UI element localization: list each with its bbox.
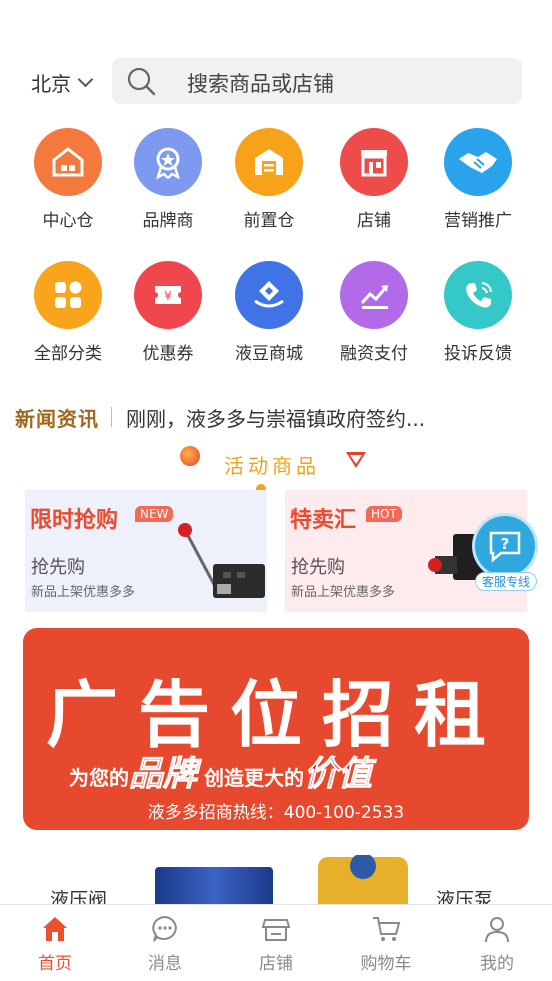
category-label: 投诉反馈 [444, 344, 512, 364]
handshake-icon [444, 128, 512, 196]
promo-desc: 新品上架优惠多多 [31, 585, 136, 600]
ad-hotline: 液多多招商热线：400-100-2533 [147, 803, 405, 823]
search-bar[interactable]: 搜索商品或店铺 [112, 58, 522, 104]
tab-label: 我的 [480, 954, 514, 974]
tab-home[interactable]: 首页 [0, 913, 110, 974]
category-label: 品牌商 [142, 211, 194, 231]
store-icon [340, 128, 408, 196]
category-item-center-warehouse[interactable]: 中心仓 [18, 128, 118, 231]
product-label[interactable]: 液压阀 [50, 885, 107, 905]
category-item-coupon[interactable]: ¥ 优惠券 [118, 261, 218, 364]
category-item-brand[interactable]: 品牌商 [118, 128, 218, 231]
section-title: 活动商品 [224, 454, 320, 478]
tab-label: 店铺 [259, 954, 293, 974]
promo-subtitle: 抢先购 [31, 557, 85, 578]
mall-icon [235, 261, 303, 329]
tab-label: 购物车 [360, 954, 412, 974]
category-label: 中心仓 [42, 211, 94, 231]
category-item-marketing[interactable]: 营销推广 [428, 128, 528, 231]
news-tag: 新闻资讯 [15, 406, 99, 431]
news-ticker[interactable]: 新闻资讯 刚刚，液多多与崇福镇政府签约... [15, 400, 535, 434]
category-item-finance[interactable]: 融资支付 [324, 261, 424, 364]
promo-title: 限时抢购 [30, 508, 119, 533]
promo-title: 特卖汇 [290, 508, 357, 533]
store-icon [260, 913, 292, 945]
category-item-front-warehouse[interactable]: 前置仓 [219, 128, 319, 231]
tab-label: 首页 [38, 954, 72, 974]
ad-line-highlight-brand: 品牌 [129, 754, 198, 795]
category-item-all[interactable]: 全部分类 [18, 261, 118, 364]
customer-service-float[interactable]: ? 客服专线 [473, 516, 537, 592]
product-label[interactable]: 液压泵 [436, 885, 493, 905]
category-item-store[interactable]: 店铺 [324, 128, 424, 231]
cart-icon [370, 913, 402, 945]
chevron-down-icon [77, 71, 94, 88]
svg-text:¥: ¥ [164, 289, 172, 303]
pump-product-image[interactable] [318, 855, 408, 905]
category-label: 店铺 [357, 211, 391, 231]
hydraulic-valve-image [178, 523, 265, 598]
home-icon [39, 913, 71, 945]
search-icon [127, 67, 156, 96]
tab-label: 消息 [148, 954, 182, 974]
category-label: 优惠券 [142, 344, 194, 364]
valve-product-image[interactable] [155, 867, 273, 905]
grid-icon [34, 261, 102, 329]
category-label: 液豆商城 [235, 344, 303, 364]
triangle-icon [346, 452, 366, 468]
ad-banner[interactable]: 广告位招租 为您的品牌 创造更大的价值 液多多招商热线：400-100-2533 [23, 628, 529, 830]
ad-line-middle: 创造更大的 [197, 766, 304, 790]
message-icon [149, 913, 181, 945]
tab-profile[interactable]: 我的 [442, 913, 552, 974]
category-label: 融资支付 [340, 344, 408, 364]
warehouse-icon [34, 128, 102, 196]
ad-line-prefix: 为您的 [69, 766, 129, 790]
hot-badge: HOT [366, 506, 402, 522]
new-badge: NEW [135, 506, 174, 522]
user-icon [481, 913, 513, 945]
coupon-icon: ¥ [134, 261, 202, 329]
search-placeholder: 搜索商品或店铺 [187, 72, 334, 96]
promo-subtitle: 抢先购 [291, 557, 345, 578]
bottom-tab-bar: 首页 消息 店铺 购物车 我的 [0, 904, 552, 981]
section-header: 活动商品 [180, 444, 380, 494]
service-label: 客服专线 [475, 572, 537, 591]
storage-icon [235, 128, 303, 196]
finance-chart-icon [340, 261, 408, 329]
category-item-feedback[interactable]: 投诉反馈 [428, 261, 528, 364]
divider [111, 407, 112, 427]
category-label: 全部分类 [34, 344, 102, 364]
ad-tagline: 为您的品牌 创造更大的价值 [69, 746, 372, 795]
city-label: 北京 [31, 72, 71, 96]
product-preview-row: 液压阀 液压泵 [0, 855, 552, 905]
category-label: 前置仓 [243, 211, 295, 231]
news-headline[interactable]: 刚刚，液多多与崇福镇政府签约... [126, 403, 425, 432]
promo-card-flash-sale[interactable]: 限时抢购 NEW 抢先购 新品上架优惠多多 [25, 490, 267, 612]
svg-text:?: ? [501, 535, 510, 553]
award-icon [134, 128, 202, 196]
ad-line-highlight-value: 价值 [303, 754, 372, 795]
tab-cart[interactable]: 购物车 [331, 913, 441, 974]
city-selector[interactable]: 北京 [31, 68, 94, 97]
tab-messages[interactable]: 消息 [110, 913, 220, 974]
help-chat-icon: ? [475, 516, 535, 576]
category-label: 营销推广 [444, 211, 512, 231]
category-item-mall[interactable]: 液豆商城 [219, 261, 319, 364]
phone-icon [444, 261, 512, 329]
ball-icon [180, 446, 200, 466]
tab-store[interactable]: 店铺 [221, 913, 331, 974]
promo-desc: 新品上架优惠多多 [291, 585, 396, 600]
